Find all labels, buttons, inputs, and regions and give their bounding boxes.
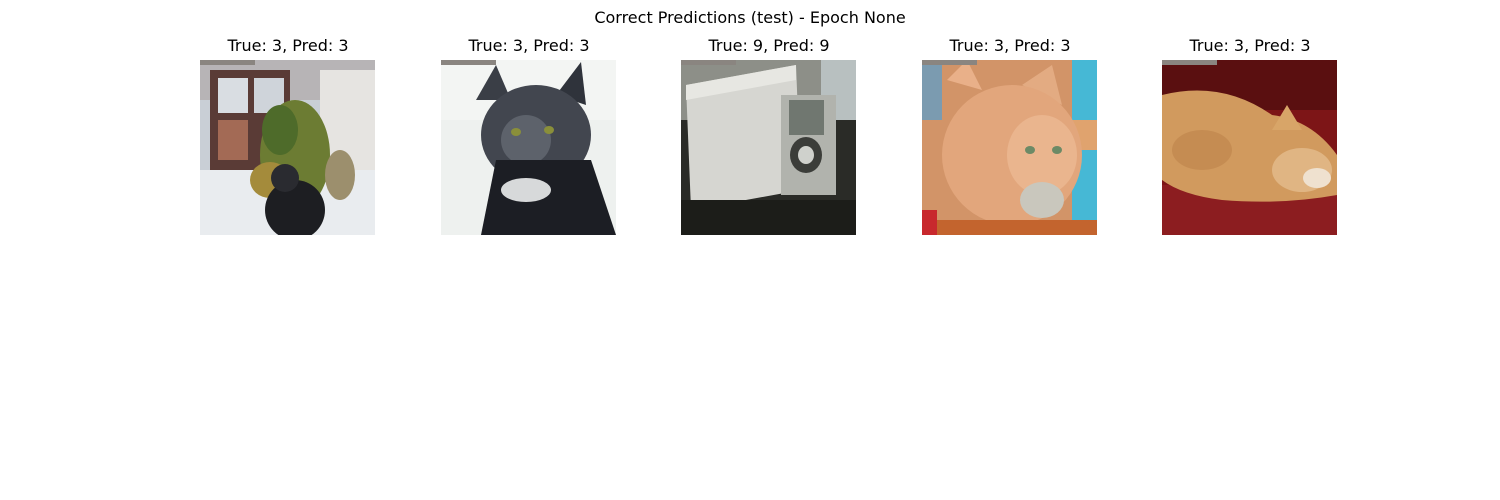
panel-title-5: True: 3, Pred: 3 xyxy=(1189,36,1311,55)
panel-title-3: True: 9, Pred: 9 xyxy=(708,36,830,55)
prediction-panel-4: True: 3, Pred: 3 xyxy=(922,36,1097,235)
thumbnail-image-1 xyxy=(200,60,375,235)
thumbnail-image-5 xyxy=(1162,60,1337,235)
prediction-panel-1: True: 3, Pred: 3 xyxy=(200,36,375,235)
thumbnail-image-2 xyxy=(441,60,616,235)
figure-title: Correct Predictions (test) - Epoch None xyxy=(594,8,906,27)
prediction-panel-2: True: 3, Pred: 3 xyxy=(441,36,616,235)
panel-title-1: True: 3, Pred: 3 xyxy=(227,36,349,55)
thumbnail-image-3 xyxy=(681,60,856,235)
thumbnail-image-4 xyxy=(922,60,1097,235)
panel-title-2: True: 3, Pred: 3 xyxy=(468,36,590,55)
prediction-panel-5: True: 3, Pred: 3 xyxy=(1162,36,1337,235)
prediction-panel-3: True: 9, Pred: 9 xyxy=(681,36,856,235)
panel-title-4: True: 3, Pred: 3 xyxy=(949,36,1071,55)
